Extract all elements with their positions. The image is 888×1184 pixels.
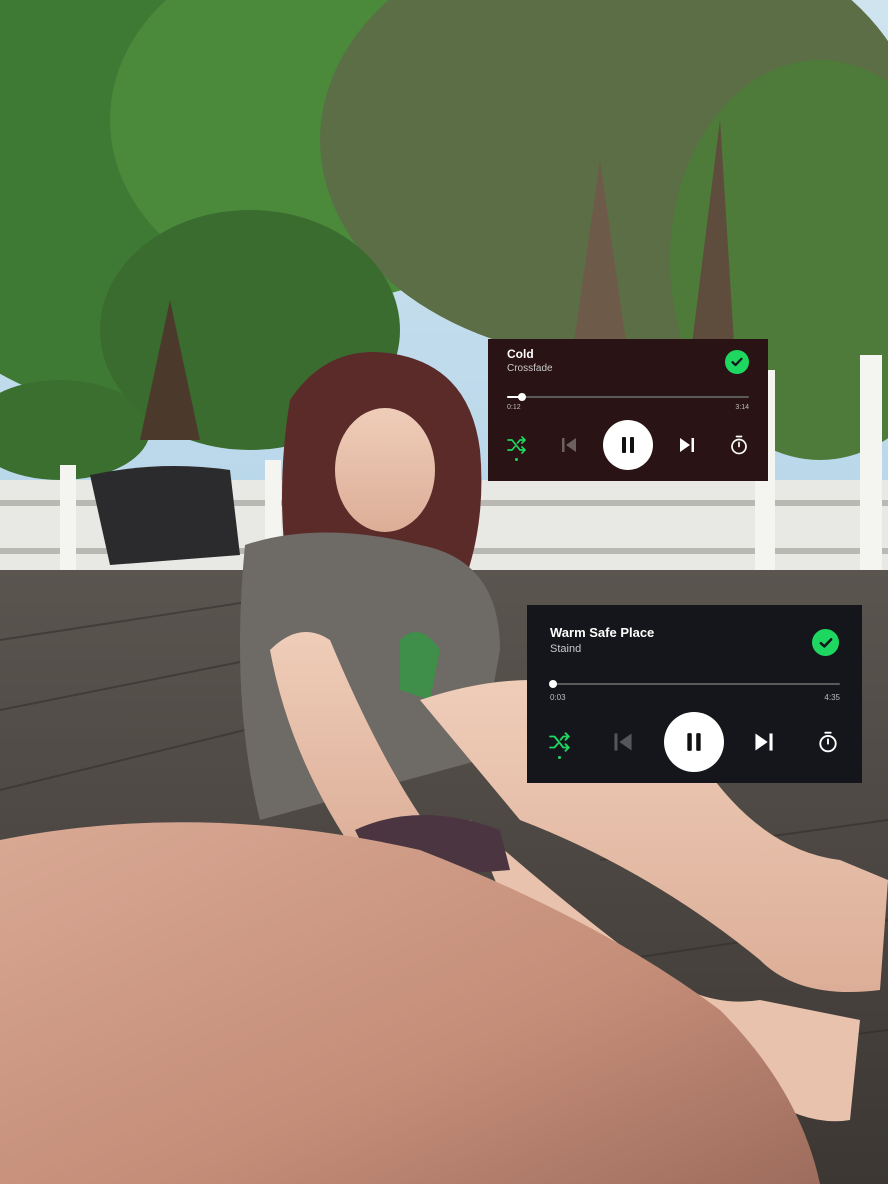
now-playing-card-cold: Cold Crossfade 0:12 3:14: [488, 339, 768, 481]
skip-previous-icon: [562, 438, 576, 452]
pause-icon: [687, 733, 701, 751]
track-title: Cold: [507, 347, 534, 361]
next-button[interactable]: [752, 730, 776, 754]
elapsed-time: 0:03: [550, 693, 566, 702]
now-playing-card-warm-safe-place: Warm Safe Place Staind 0:03 4:35: [527, 605, 862, 783]
progress-bar[interactable]: [549, 680, 840, 688]
progress-bar[interactable]: [507, 393, 749, 401]
shuffle-icon: [507, 436, 526, 454]
sleep-timer-icon: [819, 731, 837, 753]
sleep-timer-button[interactable]: [729, 434, 749, 456]
shuffle-icon: [549, 732, 570, 752]
track-artist[interactable]: Crossfade: [507, 363, 553, 374]
shuffle-active-dot: [558, 756, 561, 759]
progress-handle[interactable]: [549, 680, 558, 688]
next-button[interactable]: [676, 434, 698, 456]
shuffle-button[interactable]: [506, 434, 528, 456]
shuffle-button[interactable]: [548, 730, 572, 754]
shuffle-active-dot: [515, 458, 518, 461]
check-circle-icon[interactable]: [725, 350, 749, 374]
check-circle-icon[interactable]: [812, 629, 839, 656]
track-duration: 3:14: [735, 404, 749, 411]
pause-icon: [622, 437, 634, 453]
skip-next-icon: [755, 733, 773, 751]
previous-button[interactable]: [558, 434, 580, 456]
previous-button[interactable]: [611, 730, 635, 754]
elapsed-time: 0:12: [507, 404, 521, 411]
sleep-timer-icon: [731, 435, 747, 455]
background-photo: [0, 0, 888, 1184]
track-artist[interactable]: Staind: [550, 643, 581, 655]
skip-previous-icon: [614, 733, 632, 751]
track-title: Warm Safe Place: [550, 625, 655, 640]
pause-button[interactable]: [664, 712, 724, 772]
pause-button[interactable]: [603, 420, 653, 470]
sleep-timer-button[interactable]: [817, 730, 839, 754]
track-duration: 4:35: [824, 693, 840, 702]
progress-handle[interactable]: [518, 393, 526, 401]
skip-next-icon: [680, 438, 694, 452]
